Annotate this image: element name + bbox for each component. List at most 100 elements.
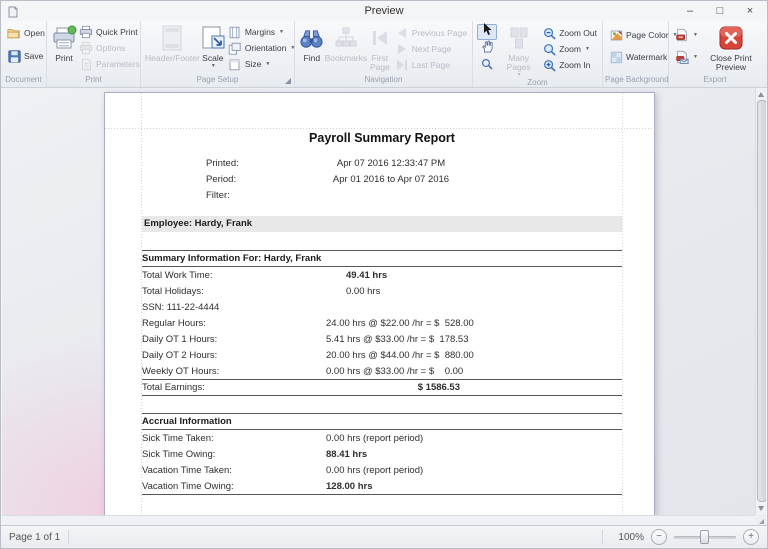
statusbar-separator [68, 530, 69, 544]
previous-page-button: Previous Page [393, 25, 469, 41]
summary-section-heading: Summary Information For: Hardy, Frank [142, 250, 622, 267]
zoom-button[interactable]: Zoom ▼ [540, 41, 599, 57]
ribbon-group-page-setup: Header/Footer Scale ▼ Margins ▼ Orient [141, 21, 295, 87]
ribbon-group-page-background: Page Color ▼ Watermark Page Background [603, 21, 669, 87]
close-print-preview-button[interactable]: Close Print Preview [704, 23, 758, 72]
maximize-button[interactable]: □ [705, 1, 735, 21]
row-label: Daily OT 2 Hours: [142, 350, 326, 361]
resize-grip-icon [759, 519, 764, 524]
magnifier-icon [481, 57, 493, 75]
summary-row: Daily OT 2 Hours: 20.00 hrs @ $44.00 /hr… [142, 347, 622, 363]
save-floppy-icon [7, 49, 21, 63]
hand-icon [481, 40, 493, 58]
previous-page-icon [395, 26, 409, 40]
zoom-slider-thumb[interactable] [700, 530, 709, 544]
preview-surface[interactable]: Payroll Summary Report Printed: Apr 07 2… [2, 88, 766, 526]
row-label: Daily OT 1 Hours: [142, 334, 326, 345]
options-button: Options [77, 40, 142, 56]
last-page-button: Last Page [393, 57, 469, 73]
ribbon-group-export: ▼ ▼ Close Print Preview Export [669, 21, 761, 87]
accrual-row: Sick Time Taken: 0.00 hrs (report period… [142, 430, 622, 446]
zoom-in-icon [542, 58, 556, 72]
header-label: Filter: [206, 190, 296, 201]
summary-row: Daily OT 1 Hours: 5.41 hrs @ $33.00 /hr … [142, 331, 622, 347]
save-button[interactable]: Save [5, 48, 45, 64]
header-value: Apr 01 2016 to Apr 07 2016 [296, 174, 486, 185]
scale-icon [200, 25, 226, 51]
quick-print-button[interactable]: Quick Print [77, 24, 142, 40]
orientation-icon [228, 41, 242, 55]
send-dropdown-icon: ▼ [693, 54, 698, 60]
group-label-navigation: Navigation [295, 75, 472, 87]
group-label-page-background: Page Background [603, 75, 668, 87]
summary-row: Weekly OT Hours: 0.00 hrs @ $33.00 /hr =… [142, 363, 622, 379]
ribbon-group-zoom: Many Pages ▼ Zoom Out Zoom ▼ Z [473, 21, 603, 87]
first-page-icon [369, 25, 391, 51]
row-value: 0.00 hrs (report period) [326, 465, 622, 476]
open-button[interactable]: Open [5, 25, 47, 41]
row-label: Sick Time Taken: [142, 433, 326, 444]
last-page-icon [395, 58, 409, 72]
zoom-out-step-button[interactable]: − [651, 529, 667, 545]
right-margin-guide [622, 93, 623, 526]
row-label: Sick Time Owing: [142, 449, 326, 460]
row-value: 49.41 hrs [326, 270, 622, 281]
ribbon-toolbar: Open Save Document Print Quick P [1, 21, 767, 88]
report-page: Payroll Summary Report Printed: Apr 07 2… [104, 92, 655, 526]
zoom-out-icon [542, 26, 556, 40]
scale-button[interactable]: Scale ▼ [200, 23, 226, 69]
orientation-button[interactable]: Orientation ▼ [226, 40, 298, 56]
row-value: 88.41 hrs [326, 449, 622, 460]
quick-print-icon [79, 25, 93, 39]
accrual-row: Vacation Time Owing: 128.00 hrs [142, 478, 622, 494]
send-email-button[interactable]: ▼ [673, 49, 700, 65]
summary-row: Total Holidays: 0.00 hrs [142, 283, 622, 299]
bookmarks-button: Bookmarks [325, 23, 368, 63]
export-document-button[interactable]: ▼ [673, 27, 700, 43]
next-page-icon [395, 42, 409, 56]
page-setup-dialog-launcher-icon[interactable] [285, 78, 291, 84]
watermark-button[interactable]: Watermark [607, 49, 669, 65]
size-icon [228, 57, 242, 71]
scroll-up-icon[interactable] [758, 92, 764, 97]
accrual-rows: Sick Time Taken: 0.00 hrs (report period… [142, 430, 622, 495]
magnifier-tool-button[interactable] [477, 58, 497, 74]
row-value: 0.00 hrs @ $33.00 /hr = $ 0.00 [326, 366, 625, 377]
accrual-row: Vacation Time Taken: 0.00 hrs (report pe… [142, 462, 622, 478]
zoom-percent-label: 100% [618, 532, 644, 543]
hand-tool-button[interactable] [477, 41, 497, 57]
print-options-icon [79, 41, 93, 55]
margins-button[interactable]: Margins ▼ [226, 24, 298, 40]
row-value: 0.00 hrs (report period) [326, 433, 622, 444]
scale-dropdown-icon: ▼ [211, 63, 216, 69]
vertical-scrollbar[interactable] [755, 88, 766, 515]
row-label: Weekly OT Hours: [142, 366, 326, 377]
scroll-down-icon[interactable] [758, 506, 764, 511]
print-button[interactable]: Print [51, 23, 77, 63]
header-footer-button: Header/Footer [145, 23, 200, 63]
minimize-button[interactable]: – [675, 1, 705, 21]
zoom-controls: 100% − + [594, 529, 767, 545]
row-label: Regular Hours: [142, 318, 326, 329]
report-header-row: Printed: Apr 07 2016 12:33:47 PM [142, 155, 622, 171]
title-bar: Preview – □ × [1, 1, 767, 21]
zoom-in-button[interactable]: Zoom In [540, 57, 599, 73]
zoom-dropdown-icon: ▼ [585, 46, 590, 52]
row-value: 128.00 hrs [326, 481, 622, 492]
zoom-slider[interactable] [674, 530, 736, 544]
vertical-scrollbar-thumb[interactable] [757, 100, 766, 502]
printer-icon [51, 25, 77, 51]
pointer-tool-button[interactable] [477, 24, 497, 40]
margins-icon [228, 25, 242, 39]
accrual-section-heading: Accrual Information [142, 413, 622, 430]
parameters-button: Parameters [77, 56, 142, 72]
size-button[interactable]: Size ▼ [226, 56, 298, 72]
row-label: Vacation Time Owing: [142, 481, 326, 492]
close-button[interactable]: × [735, 1, 765, 21]
zoom-in-step-button[interactable]: + [743, 529, 759, 545]
ribbon-group-print: Print Quick Print Options Parameters [47, 21, 141, 87]
open-folder-icon [7, 26, 21, 40]
report-title: Payroll Summary Report [142, 131, 622, 147]
find-button[interactable]: Find [299, 23, 325, 63]
zoom-out-button[interactable]: Zoom Out [540, 25, 599, 41]
